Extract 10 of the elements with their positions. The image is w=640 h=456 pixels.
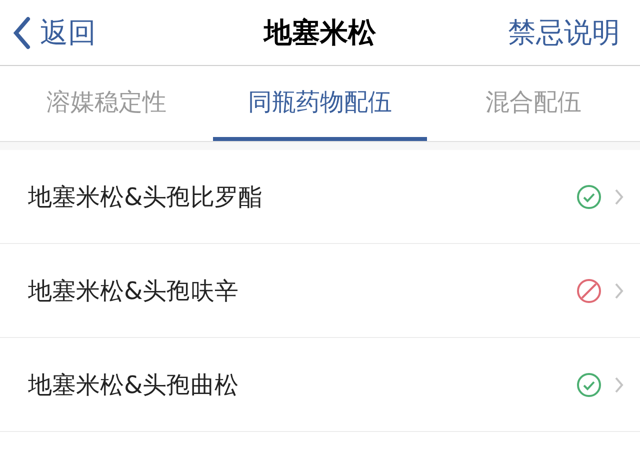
chevron-left-icon [12, 16, 32, 50]
drug-pair-name: 地塞米松&头孢曲松 [28, 370, 240, 400]
drug-pair-name: 地塞米松&头孢比罗酯 [28, 182, 264, 212]
chevron-right-icon [614, 376, 624, 394]
drug-pair-name: 地塞米松&头孢呋辛 [28, 276, 240, 306]
contraindications-link[interactable]: 禁忌说明 [468, 12, 628, 54]
chevron-right-icon [614, 188, 624, 206]
page-title: 地塞米松 [264, 14, 376, 50]
back-button[interactable]: 返回 [12, 12, 172, 54]
chevron-right-icon [614, 282, 624, 300]
